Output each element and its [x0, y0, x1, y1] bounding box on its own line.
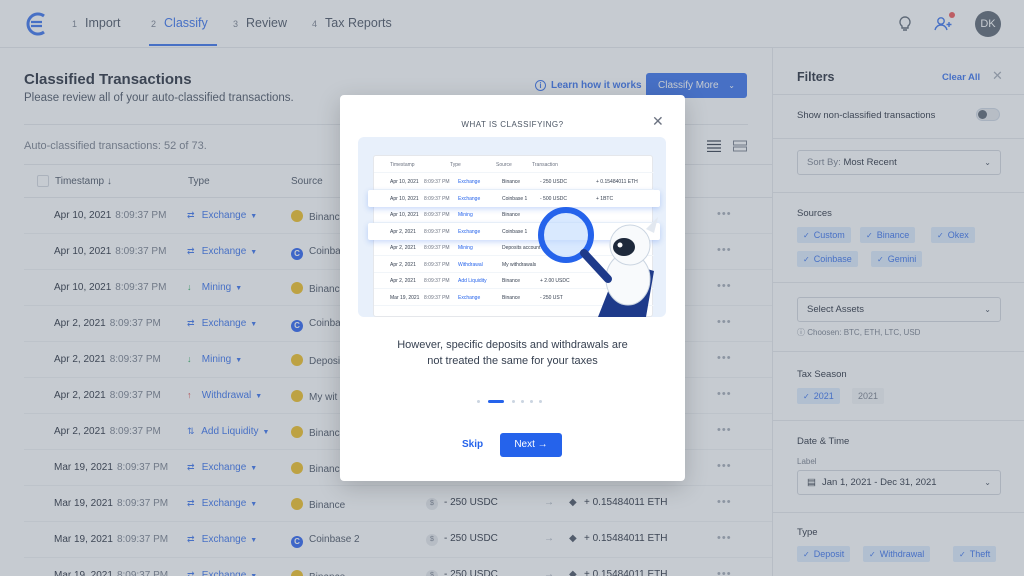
page-dot[interactable] — [477, 400, 480, 403]
illustration-table-header: Timestamp Type Source Transaction — [374, 156, 654, 173]
next-button[interactable]: Next → — [500, 433, 562, 457]
modal-body-text: However, specific deposits and withdrawa… — [397, 339, 628, 367]
robot-magnifier-icon — [538, 207, 658, 317]
page-dot-active[interactable] — [488, 400, 504, 403]
close-icon[interactable]: ✕ — [652, 113, 664, 130]
page-dot[interactable] — [530, 400, 533, 403]
pagination-dots — [477, 400, 549, 404]
illustration-row: Apr 10, 2021 8:09:37 PM Exchange Binance - 2… — [374, 173, 654, 190]
arrow-right-icon: → — [537, 439, 548, 450]
page-dot[interactable] — [521, 400, 524, 403]
classifying-illustration: Timestamp Type Source Transaction Apr 10… — [358, 137, 666, 317]
page-dot[interactable] — [512, 400, 515, 403]
app-root: 1 Import 2 Classify 3 Review 4 Tax Reports D… — [0, 0, 1024, 576]
classify-intro-modal: WHAT IS CLASSIFYING? ✕ Timestamp Type So… — [340, 95, 685, 481]
skip-button[interactable]: Skip — [462, 439, 483, 450]
modal-heading: WHAT IS CLASSIFYING? — [461, 120, 564, 129]
page-dot[interactable] — [539, 400, 542, 403]
